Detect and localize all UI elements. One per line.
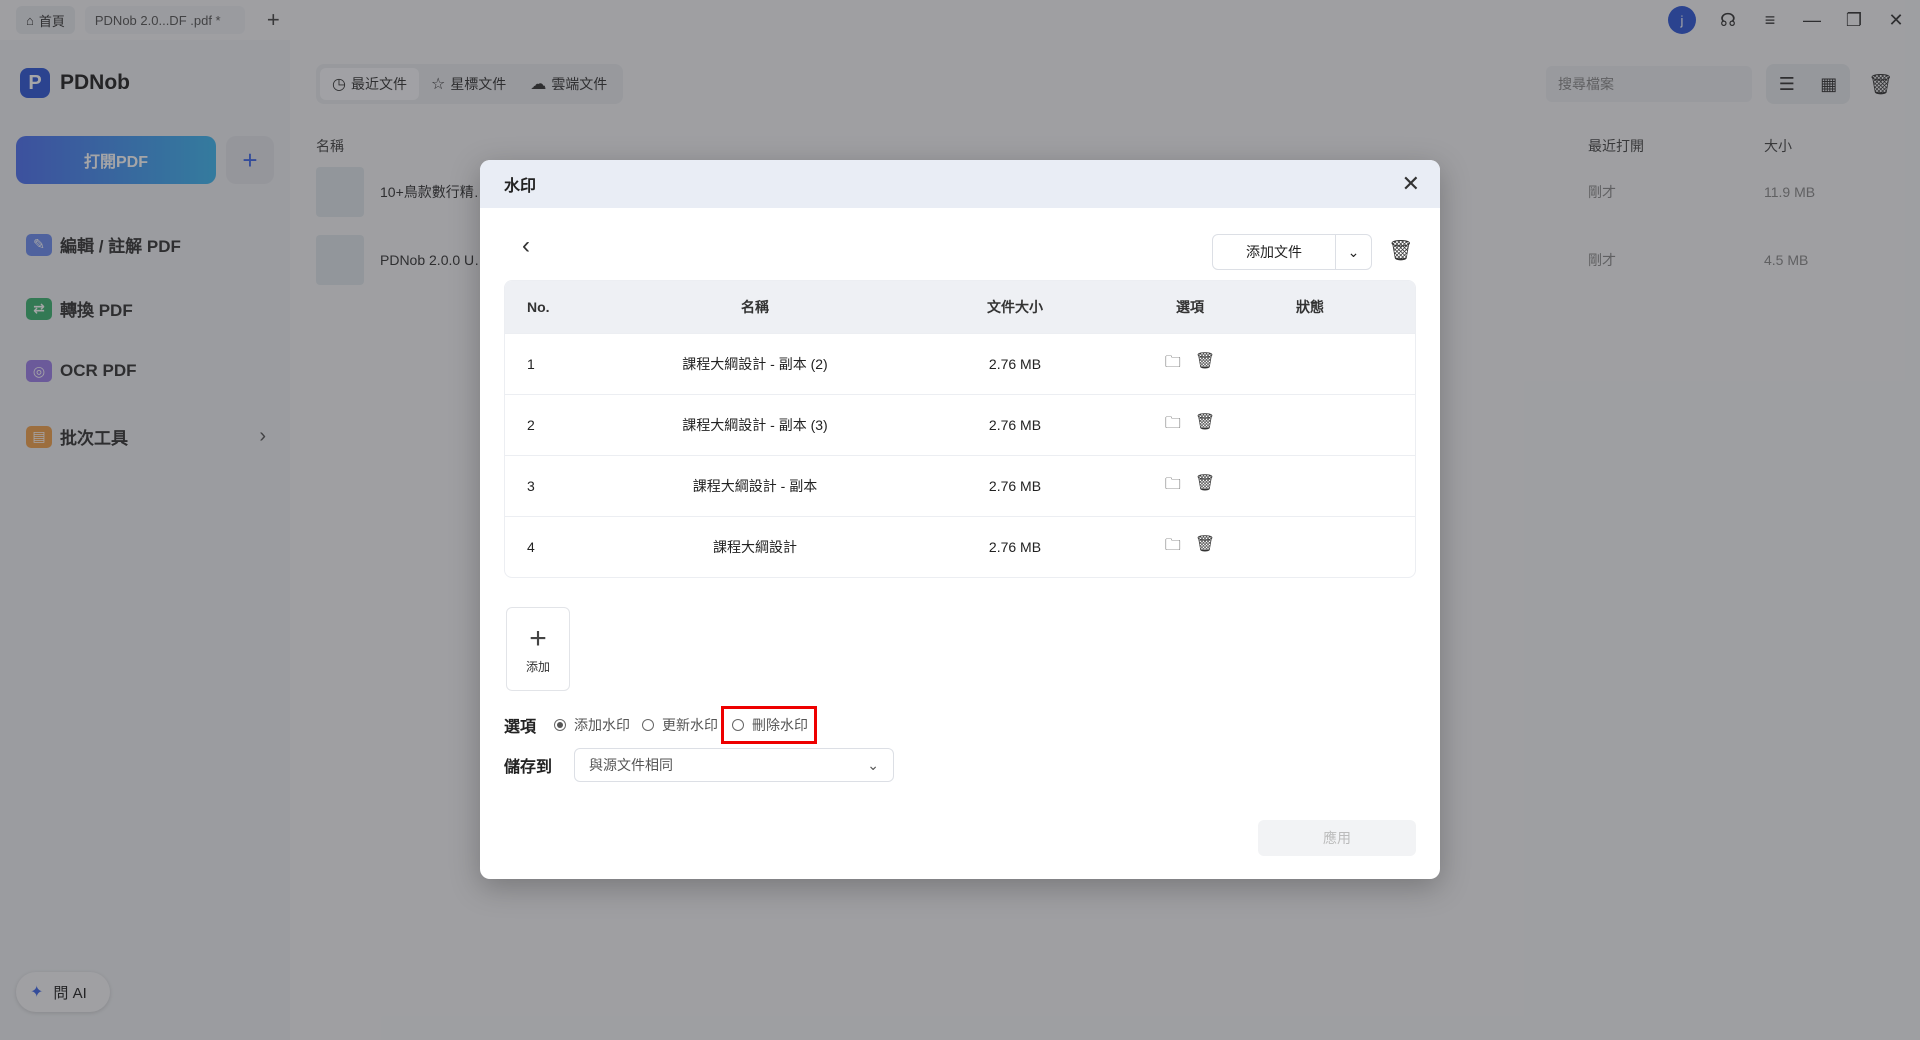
back-icon[interactable]: ‹ <box>522 232 530 260</box>
folder-icon[interactable]: 🗀 <box>1165 534 1181 561</box>
table-header: No. 名稱 文件大小 選項 狀態 <box>505 281 1415 333</box>
save-to-label: 儲存到 <box>504 759 553 776</box>
plus-icon: + <box>529 621 547 655</box>
table-row: 1 課程大綱設計 - 副本 (2) 2.76 MB 🗀 🗑 <box>505 333 1415 394</box>
dialog-header: 水印 ✕ <box>480 160 1440 208</box>
dialog-title: 水印 <box>504 178 537 195</box>
options-label: 選項 <box>504 719 537 736</box>
table-row: 2 課程大綱設計 - 副本 (3) 2.76 MB 🗀 🗑 <box>505 394 1415 455</box>
radio-remove-watermark[interactable]: 刪除水印 <box>721 706 818 744</box>
chevron-down-icon[interactable]: ⌄ <box>1335 235 1371 269</box>
header-size: 文件大小 <box>987 299 1043 315</box>
watermark-options: 選項 添加水印 更新水印 刪除水印 <box>504 706 820 744</box>
row-options: 🗀 🗑 <box>1115 351 1265 378</box>
watermark-dialog: 水印 ✕ ‹ 添加文件 ⌄ 🗑 No. 名稱 文件大小 選項 狀態 1 課程大綱… <box>480 160 1440 879</box>
header-options: 選項 <box>1176 299 1204 315</box>
row-name: 課程大綱設計 <box>713 539 797 555</box>
radio-dot <box>554 719 567 731</box>
save-location: 儲存到 與源文件相同 ⌄ <box>504 748 895 782</box>
row-no: 3 <box>527 478 535 494</box>
table-row: 4 課程大綱設計 2.76 MB 🗀 🗑 <box>505 516 1415 577</box>
add-file-label: 添加文件 <box>1246 244 1302 260</box>
radio-dot <box>732 719 745 731</box>
folder-icon[interactable]: 🗀 <box>1165 351 1181 378</box>
row-size: 2.76 MB <box>988 417 1042 433</box>
radio-update-watermark[interactable]: 更新水印 <box>642 715 718 735</box>
add-more-button[interactable]: + 添加 <box>506 607 570 691</box>
delete-icon[interactable]: 🗑 <box>1195 412 1215 439</box>
header-no: No. <box>527 299 550 315</box>
radio-label: 更新水印 <box>662 717 719 733</box>
radio-add-watermark[interactable]: 添加水印 <box>554 715 630 735</box>
row-options: 🗀 🗑 <box>1115 473 1265 500</box>
folder-icon[interactable]: 🗀 <box>1165 412 1181 439</box>
apply-button[interactable]: 應用 <box>1258 820 1416 856</box>
add-file-button[interactable]: 添加文件 ⌄ <box>1212 234 1372 270</box>
row-size: 2.76 MB <box>988 478 1042 494</box>
radio-label: 添加水印 <box>574 717 631 733</box>
row-no: 1 <box>527 356 535 372</box>
delete-icon[interactable]: 🗑 <box>1195 534 1215 561</box>
row-size: 2.76 MB <box>988 356 1042 372</box>
row-size: 2.76 MB <box>988 539 1042 555</box>
folder-icon[interactable]: 🗀 <box>1165 473 1181 500</box>
row-name: 課程大綱設計 - 副本 <box>692 478 818 494</box>
save-location-value: 與源文件相同 <box>589 757 674 773</box>
file-table: No. 名稱 文件大小 選項 狀態 1 課程大綱設計 - 副本 (2) 2.76… <box>504 280 1416 578</box>
chevron-down-icon: ⌄ <box>867 756 880 773</box>
row-options: 🗀 🗑 <box>1115 534 1265 561</box>
row-options: 🗀 🗑 <box>1115 412 1265 439</box>
clear-all-icon[interactable]: 🗑 <box>1388 238 1413 263</box>
row-name: 課程大綱設計 - 副本 (3) <box>682 417 828 433</box>
save-location-select[interactable]: 與源文件相同 ⌄ <box>574 748 895 782</box>
add-label: 添加 <box>525 659 550 674</box>
close-icon[interactable]: ✕ <box>1402 171 1420 197</box>
delete-icon[interactable]: 🗑 <box>1195 473 1215 500</box>
header-name: 名稱 <box>741 299 769 315</box>
delete-icon[interactable]: 🗑 <box>1195 351 1215 378</box>
row-name: 課程大綱設計 - 副本 (2) <box>682 356 828 372</box>
row-no: 4 <box>527 539 535 555</box>
row-no: 2 <box>527 417 535 433</box>
table-row: 3 課程大綱設計 - 副本 2.76 MB 🗀 🗑 <box>505 455 1415 516</box>
radio-dot <box>642 719 655 731</box>
header-status: 狀態 <box>1296 299 1324 315</box>
radio-label: 刪除水印 <box>752 717 809 733</box>
